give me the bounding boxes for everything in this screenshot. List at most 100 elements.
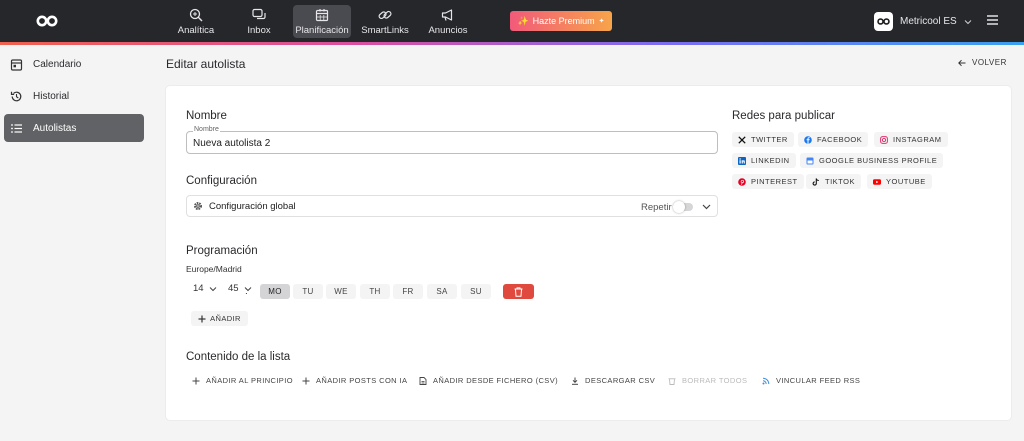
add-schedule-button[interactable]: AÑADIR	[191, 311, 248, 326]
schedule-section-title: Programación	[186, 245, 258, 257]
chevron-down-icon	[244, 286, 251, 291]
nav-label: Anuncios	[428, 24, 468, 36]
gear-icon	[194, 202, 202, 210]
inbox-icon	[252, 8, 266, 19]
network-label: TWITTER	[751, 135, 788, 144]
tiktok-icon	[812, 177, 819, 186]
name-field-legend: Nombre	[193, 126, 220, 133]
networks-title: Redes para publicar	[732, 110, 835, 122]
repeat-toggle[interactable]	[673, 201, 693, 213]
network-chip-twitter[interactable]: TWITTER	[732, 132, 794, 147]
chevron-down-icon	[209, 286, 216, 291]
name-field-value: Nueva autolista 2	[193, 138, 271, 149]
name-field[interactable]: Nombre Nueva autolista 2	[186, 126, 718, 154]
network-chip-linkedin[interactable]: LINKEDIN	[732, 153, 796, 168]
chevron-down-icon[interactable]	[702, 202, 711, 211]
premium-button[interactable]: ✨ Hazte Premium ✦	[510, 11, 612, 31]
linkedin-icon	[738, 156, 746, 165]
delete-schedule-button[interactable]	[503, 284, 534, 299]
trash-icon	[668, 377, 676, 385]
day-tu[interactable]: TU	[293, 284, 323, 299]
network-label: GOOGLE BUSINESS PROFILE	[819, 156, 938, 165]
download-icon	[572, 377, 578, 385]
link-icon	[378, 10, 392, 19]
autolist-form-card: Nombre Nombre Nueva autolista 2 Configur…	[166, 86, 1011, 420]
network-label: FACEBOOK	[817, 135, 863, 144]
sidebar-item-autolistas[interactable]: Autolistas	[4, 114, 144, 142]
x-icon	[738, 135, 746, 144]
link-rss-button[interactable]: VINCULAR FEED RSS	[762, 376, 860, 385]
network-chip-instagram[interactable]: INSTAGRAM	[874, 132, 948, 147]
menu-icon[interactable]	[987, 15, 998, 25]
add-at-start-button[interactable]: AÑADIR AL PRINCIPIO	[192, 376, 293, 385]
repeat-label: Repetir	[641, 202, 672, 213]
sparkle-icon: ✨	[517, 15, 529, 26]
action-label: AÑADIR POSTS CON IA	[316, 376, 408, 385]
metricool-logo-icon[interactable]	[36, 14, 58, 28]
nav-anuncios[interactable]: Anuncios	[428, 5, 468, 38]
download-csv-button[interactable]: DESCARGAR CSV	[571, 376, 655, 385]
back-button[interactable]: VOLVER	[958, 58, 1007, 67]
action-label: VINCULAR FEED RSS	[776, 376, 861, 385]
nav-label: Analítica	[177, 24, 215, 36]
day-fr[interactable]: FR	[393, 284, 423, 299]
page-title: Editar autolista	[166, 57, 246, 71]
sidebar-item-label: Historial	[33, 90, 70, 102]
day-we[interactable]: WE	[326, 284, 356, 299]
sidebar: Calendario Historial Autolistas	[0, 45, 152, 441]
calendar-icon	[10, 58, 23, 71]
minute-select[interactable]: 45	[228, 283, 252, 294]
accent-bar	[0, 42, 1024, 45]
config-accordion[interactable]: Configuración global Repetir	[186, 195, 718, 217]
add-ai-posts-button[interactable]: AÑADIR POSTS CON IA	[302, 376, 407, 385]
network-chip-google-business[interactable]: GOOGLE BUSINESS PROFILE	[800, 153, 944, 168]
analytics-icon	[189, 8, 203, 21]
pinterest-icon	[738, 177, 746, 186]
hour-select[interactable]: 14	[193, 283, 217, 294]
rss-icon	[762, 377, 770, 384]
plus-icon	[192, 377, 200, 384]
content-section-title: Contenido de la lista	[186, 351, 291, 363]
nav-inbox[interactable]: Inbox	[242, 5, 276, 38]
add-from-csv-button[interactable]: AÑADIR DESDE FICHERO (CSV)	[419, 376, 558, 385]
action-label: DESCARGAR CSV	[585, 376, 656, 385]
add-schedule-label: AÑADIR	[210, 314, 241, 323]
network-label: LINKEDIN	[751, 156, 790, 165]
day-sa[interactable]: SA	[427, 284, 457, 299]
network-chip-pinterest[interactable]: PINTEREST	[732, 174, 804, 189]
sparkle-icon: ✦	[598, 18, 605, 25]
history-icon	[10, 91, 22, 101]
network-chip-tiktok[interactable]: TIKTOK	[806, 174, 861, 189]
nav-planificacion[interactable]: Planificación	[293, 5, 351, 38]
calendar-icon	[315, 8, 329, 21]
nav-label: Inbox	[247, 24, 271, 36]
network-chip-youtube[interactable]: YOUTUBE	[867, 174, 932, 189]
sidebar-item-historial[interactable]: Historial	[4, 82, 144, 110]
config-section-title: Configuración	[186, 175, 257, 187]
top-bar: Analítica Inbox Planificación SmartLinks…	[0, 0, 1024, 42]
plus-icon	[198, 315, 206, 322]
action-label: AÑADIR AL PRINCIPIO	[206, 376, 293, 385]
account-name: Metricool ES	[900, 16, 957, 27]
sidebar-item-calendario[interactable]: Calendario	[4, 50, 144, 78]
nav-label: Planificación	[295, 24, 349, 36]
back-label: VOLVER	[972, 58, 1007, 67]
arrow-left-icon	[958, 59, 966, 66]
account-switcher[interactable]: Metricool ES	[874, 12, 972, 31]
day-th[interactable]: TH	[360, 284, 390, 299]
timezone-label: Europe/Madrid	[186, 264, 242, 274]
list-icon	[11, 123, 22, 133]
google-business-icon	[806, 157, 814, 164]
action-label: AÑADIR DESDE FICHERO (CSV)	[433, 376, 558, 385]
account-avatar	[874, 12, 893, 31]
network-chip-facebook[interactable]: FACEBOOK	[798, 132, 869, 147]
day-su[interactable]: SU	[461, 284, 491, 299]
megaphone-icon	[441, 8, 453, 21]
delete-all-button[interactable]: BORRAR TODOS	[668, 376, 747, 385]
nav-analitica[interactable]: Analítica	[176, 5, 216, 38]
trash-icon	[514, 286, 523, 297]
nav-smartlinks[interactable]: SmartLinks	[361, 5, 409, 38]
sidebar-item-label: Calendario	[33, 58, 82, 70]
action-label: BORRAR TODOS	[682, 376, 748, 385]
day-mo[interactable]: MO	[260, 284, 290, 299]
